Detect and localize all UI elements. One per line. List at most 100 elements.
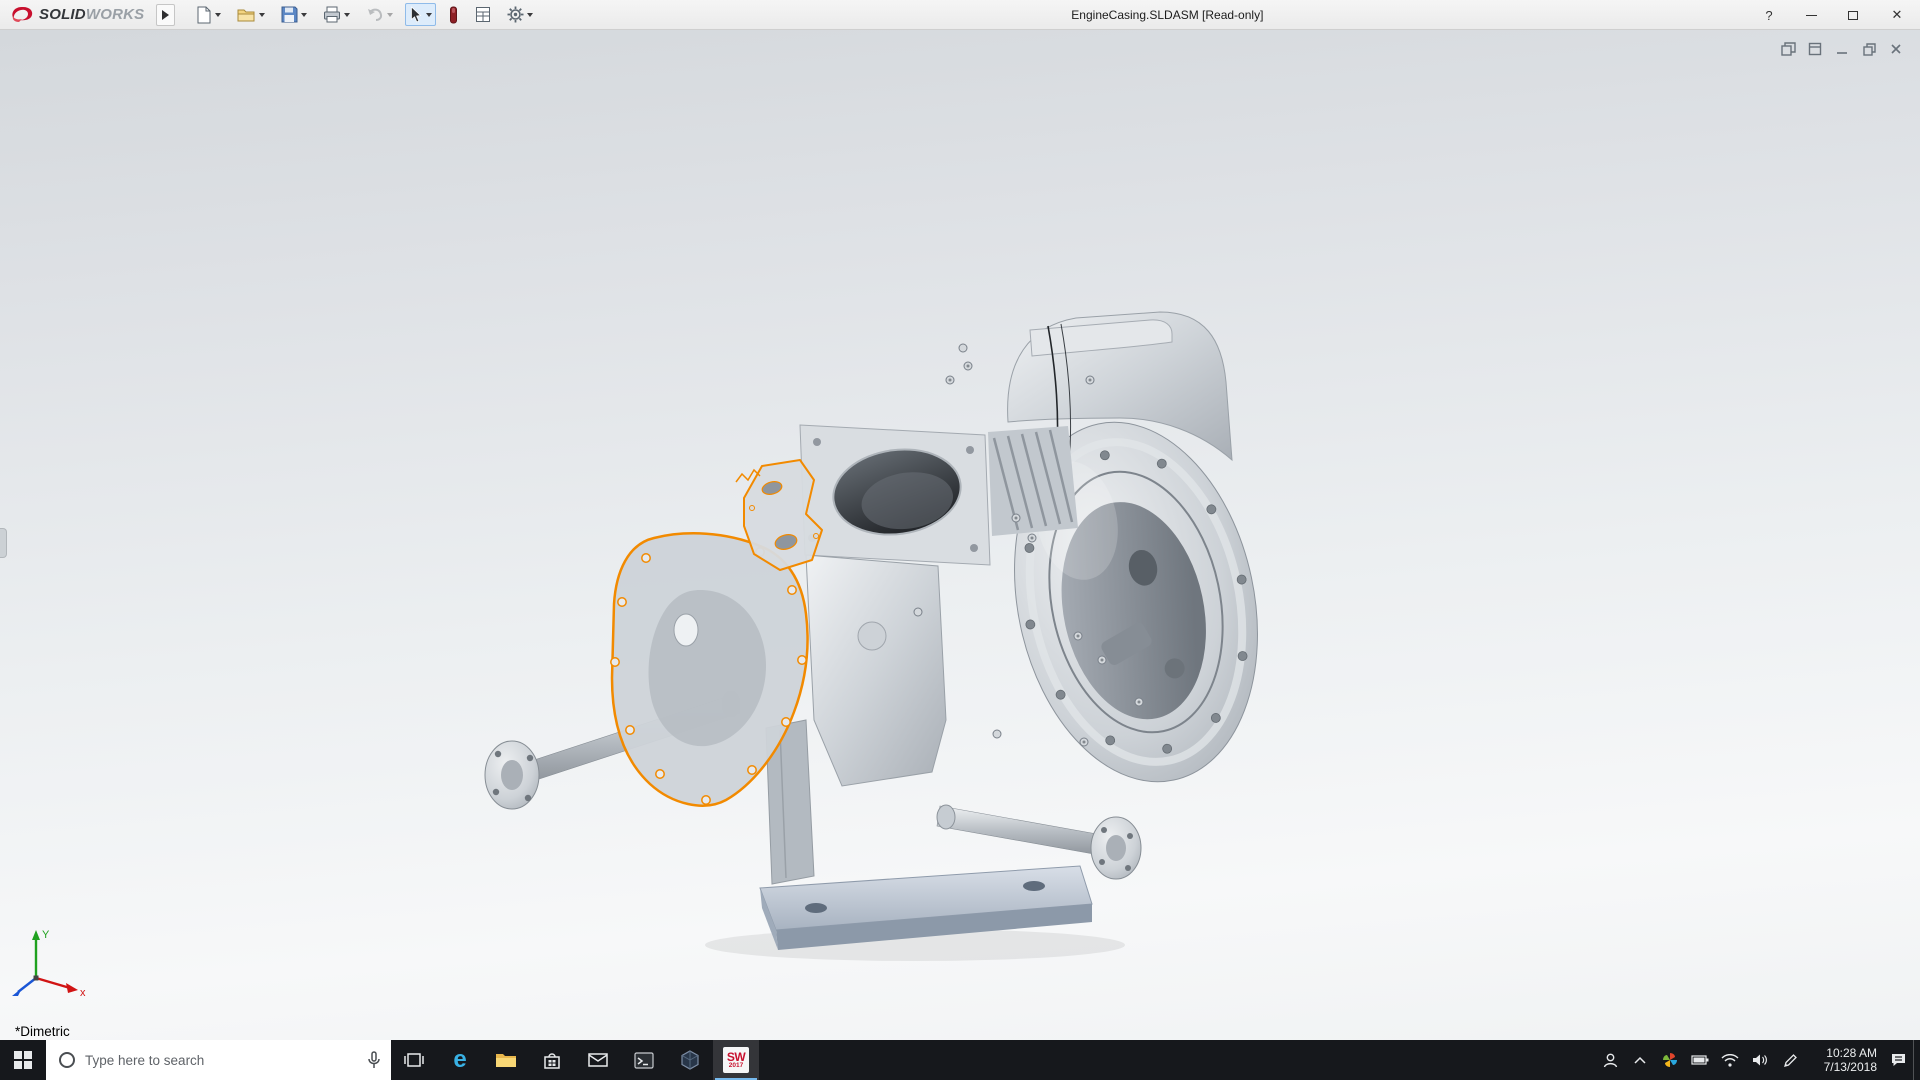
help-button[interactable]: ? [1748, 0, 1790, 30]
show-desktop-button[interactable] [1913, 1040, 1920, 1080]
right-shaft-part[interactable] [936, 804, 1142, 880]
dropdown-caret-icon [215, 13, 222, 17]
doc-close-button[interactable] [1886, 40, 1906, 58]
x-axis-label: x [80, 987, 86, 999]
xpress-tool-icon [450, 6, 458, 23]
solidworks-2017-icon: SW 2017 [723, 1047, 749, 1073]
gear-icon [507, 6, 524, 23]
taskbar-app-file-explorer[interactable] [483, 1040, 529, 1080]
xpress-products-button[interactable] [444, 3, 463, 27]
brand-text: SOLIDWORKS [39, 6, 145, 23]
cooling-fins [988, 426, 1078, 536]
mail-icon [588, 1053, 608, 1067]
open-button[interactable] [233, 4, 269, 26]
z-axis-arrow-icon [12, 988, 22, 996]
view-orientation-label: *Dimetric [15, 1024, 70, 1039]
save-button[interactable] [277, 3, 311, 26]
minimize-icon [1805, 14, 1817, 16]
taskbar-app-command-prompt[interactable] [621, 1040, 667, 1080]
solidworks-logo: SOLIDWORKS [0, 5, 152, 25]
dropdown-caret-icon [426, 13, 433, 17]
taskbar-app-store[interactable] [529, 1040, 575, 1080]
open-folder-icon [237, 9, 255, 21]
store-icon [544, 1052, 560, 1069]
document-window-controls [1778, 40, 1906, 58]
print-button[interactable] [319, 3, 354, 26]
save-floppy-icon [281, 6, 298, 23]
taskbar-app-mail[interactable] [575, 1040, 621, 1080]
quick-access-toolbar [191, 3, 537, 27]
action-center-icon [1891, 1054, 1905, 1066]
doc-minimize-button[interactable] [1832, 40, 1852, 58]
clock-time: 10:28 AM [1826, 1046, 1877, 1060]
chevron-up-icon [1634, 1056, 1646, 1064]
select-cursor-icon [411, 6, 422, 23]
wifi-icon [1721, 1053, 1739, 1067]
x-axis-arrow-icon [66, 983, 78, 993]
new-document-button[interactable] [191, 3, 225, 27]
volume-button[interactable] [1745, 1040, 1775, 1080]
feature-tree-collapse-handle[interactable] [0, 528, 7, 558]
doc-cascade-button[interactable] [1778, 40, 1798, 58]
title-bar: SOLIDWORKS EngineCasing.SLDASM [Read-onl… [0, 0, 1920, 30]
microphone-icon[interactable] [367, 1051, 381, 1069]
clock-date: 7/13/2018 [1823, 1060, 1877, 1074]
dropdown-caret-icon [259, 13, 266, 17]
task-view-icon [404, 1053, 424, 1067]
battery-button[interactable] [1685, 1040, 1715, 1080]
flyout-arrow-icon [162, 9, 170, 20]
battery-icon [1691, 1055, 1709, 1065]
edge-icon: e [453, 1046, 467, 1073]
dropdown-caret-icon [301, 13, 308, 17]
minimize-button[interactable] [1790, 0, 1832, 30]
command-prompt-icon [634, 1051, 654, 1069]
hidden-icons-button[interactable] [1625, 1040, 1655, 1080]
taskbar-search[interactable]: Type here to search [46, 1040, 391, 1080]
new-document-icon [197, 6, 211, 23]
taskbar-app-solidworks[interactable]: SW 2017 [713, 1040, 759, 1080]
file-properties-button[interactable] [471, 3, 495, 26]
search-placeholder: Type here to search [85, 1052, 205, 1068]
options-button[interactable] [503, 3, 537, 26]
menu-flyout-button[interactable] [156, 3, 176, 26]
undo-arrow-icon [368, 8, 383, 21]
defender-button[interactable] [1655, 1040, 1685, 1080]
defender-pinwheel-icon [1663, 1053, 1677, 1067]
system-tray: 10:28 AM 7/13/2018 [1595, 1040, 1920, 1080]
windows-ink-button[interactable] [1775, 1040, 1805, 1080]
doc-restore-button[interactable] [1859, 40, 1879, 58]
file-explorer-icon [496, 1054, 516, 1067]
window-title: EngineCasing.SLDASM [Read-only] [1071, 8, 1264, 22]
dark-cube-app-icon [681, 1050, 699, 1070]
maximize-button[interactable] [1832, 0, 1874, 30]
dropdown-caret-icon [387, 13, 394, 17]
people-icon [1603, 1053, 1617, 1067]
network-button[interactable] [1715, 1040, 1745, 1080]
undo-button[interactable] [362, 4, 397, 25]
ds-logo-icon [12, 6, 33, 22]
speaker-icon [1753, 1054, 1767, 1066]
people-button[interactable] [1595, 1040, 1625, 1080]
printer-icon [324, 6, 341, 23]
windows-logo-icon [14, 1051, 32, 1069]
doc-properties-button[interactable] [1805, 40, 1825, 58]
taskbar-app-dark[interactable] [667, 1040, 713, 1080]
graphics-area[interactable]: Y x *Dimetric [0, 30, 1920, 1040]
dropdown-caret-icon [527, 13, 534, 17]
action-center-button[interactable] [1883, 1040, 1913, 1080]
taskbar-clock[interactable]: 10:28 AM 7/13/2018 [1805, 1040, 1883, 1080]
pen-icon [1783, 1053, 1797, 1067]
select-tool-button[interactable] [405, 3, 437, 26]
dropdown-caret-icon [344, 13, 351, 17]
maximize-icon [1848, 10, 1858, 20]
task-view-button[interactable] [391, 1040, 437, 1080]
taskbar-app-edge[interactable]: e [437, 1040, 483, 1080]
start-button[interactable] [0, 1040, 46, 1080]
taskbar-spacer [759, 1040, 1595, 1080]
orientation-triad: Y x [12, 929, 86, 999]
engine-casing-model[interactable] [0, 30, 1920, 1040]
close-button[interactable]: ✕ [1874, 0, 1920, 30]
y-axis-arrow-icon [32, 930, 40, 940]
window-controls: ? ✕ [1748, 0, 1920, 30]
taskbar: Type here to search e SW 2017 10:28 AM 7… [0, 1040, 1920, 1080]
